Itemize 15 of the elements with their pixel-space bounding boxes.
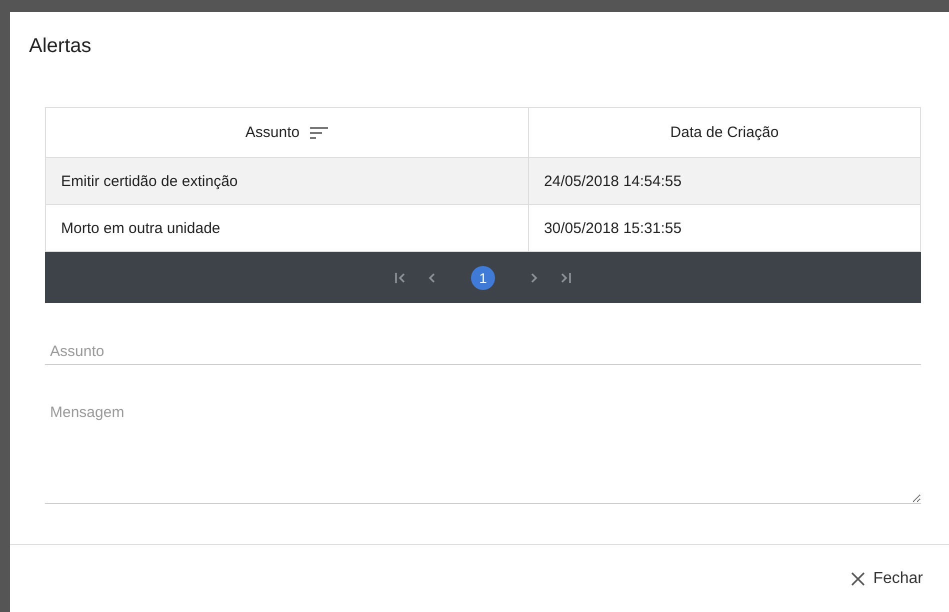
first-page-button[interactable]: [393, 270, 407, 284]
column-header[interactable]: Assunto: [245, 124, 300, 141]
close-button[interactable]: Fechar: [847, 566, 927, 592]
table-cell: 30/05/2018 15:31:55: [528, 204, 920, 252]
last-page-icon: [559, 270, 573, 284]
close-icon: [851, 572, 866, 586]
last-page-button[interactable]: [559, 270, 573, 284]
dialog-title: Alertas: [28, 34, 92, 59]
table-cell: Emitir certidão de extinção: [46, 158, 528, 204]
page-button[interactable]: 1: [471, 266, 495, 290]
table-cell: Morto em outra unidade: [46, 204, 528, 252]
sort-icon[interactable]: [308, 126, 329, 140]
first-page-icon: [393, 270, 407, 284]
column-header: Data de Criação: [670, 124, 779, 141]
table-cell: 24/05/2018 14:54:55: [528, 158, 920, 204]
